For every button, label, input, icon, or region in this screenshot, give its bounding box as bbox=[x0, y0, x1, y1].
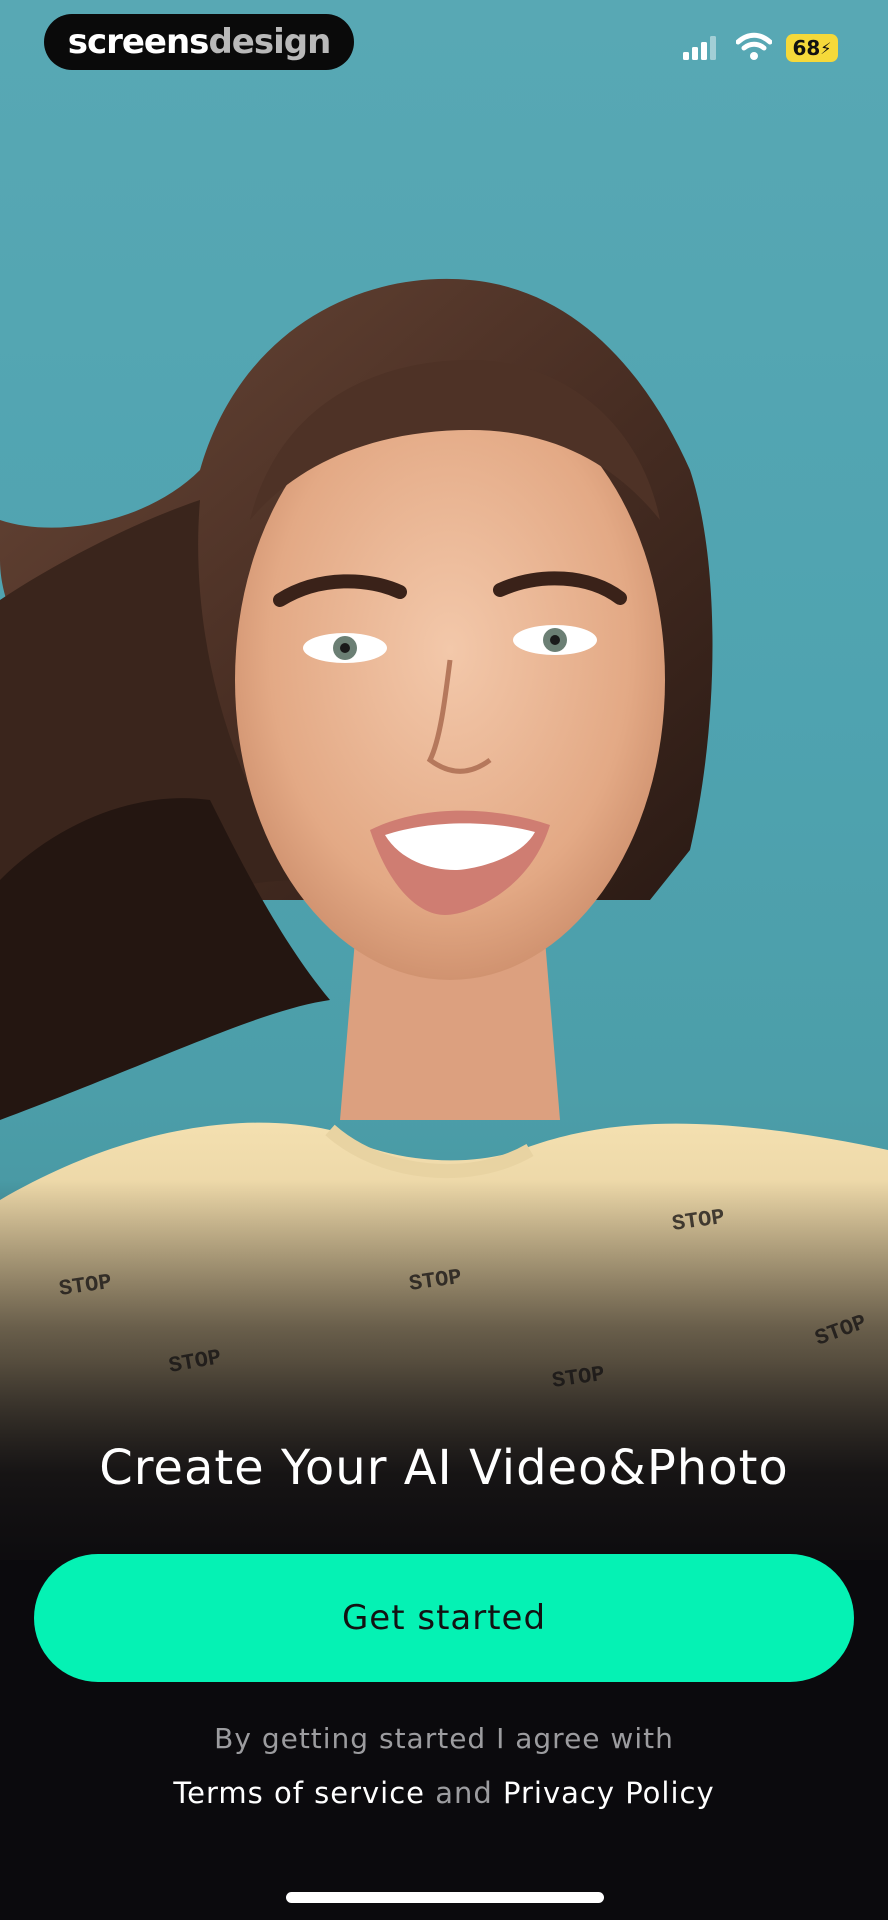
legal-notice: By getting started I agree with bbox=[214, 1722, 674, 1755]
get-started-button[interactable]: Get started bbox=[34, 1554, 854, 1682]
status-bar: screens design 68 ⚡ bbox=[0, 0, 888, 84]
terms-of-service-link[interactable]: Terms of service bbox=[173, 1776, 425, 1810]
hero-image: STOP STOP STOP STOP STOP STOP bbox=[0, 0, 888, 1560]
wifi-icon bbox=[736, 32, 772, 60]
battery-charging-icon: 68 ⚡ bbox=[786, 34, 838, 62]
page-title: Create Your AI Video&Photo bbox=[99, 1440, 789, 1496]
signal-icon bbox=[683, 36, 716, 60]
battery-level-text: 68 bbox=[792, 36, 821, 60]
brand-text-primary: screens bbox=[67, 22, 210, 62]
home-indicator[interactable] bbox=[286, 1892, 604, 1903]
screensdesign-watermark: screens design bbox=[44, 14, 354, 70]
brand-text-secondary: design bbox=[208, 22, 331, 62]
hero-bottom-fade bbox=[0, 1180, 888, 1560]
privacy-policy-link[interactable]: Privacy Policy bbox=[503, 1776, 715, 1810]
legal-and-text: and bbox=[435, 1776, 493, 1810]
legal-links: Terms of service and Privacy Policy bbox=[0, 1776, 888, 1810]
